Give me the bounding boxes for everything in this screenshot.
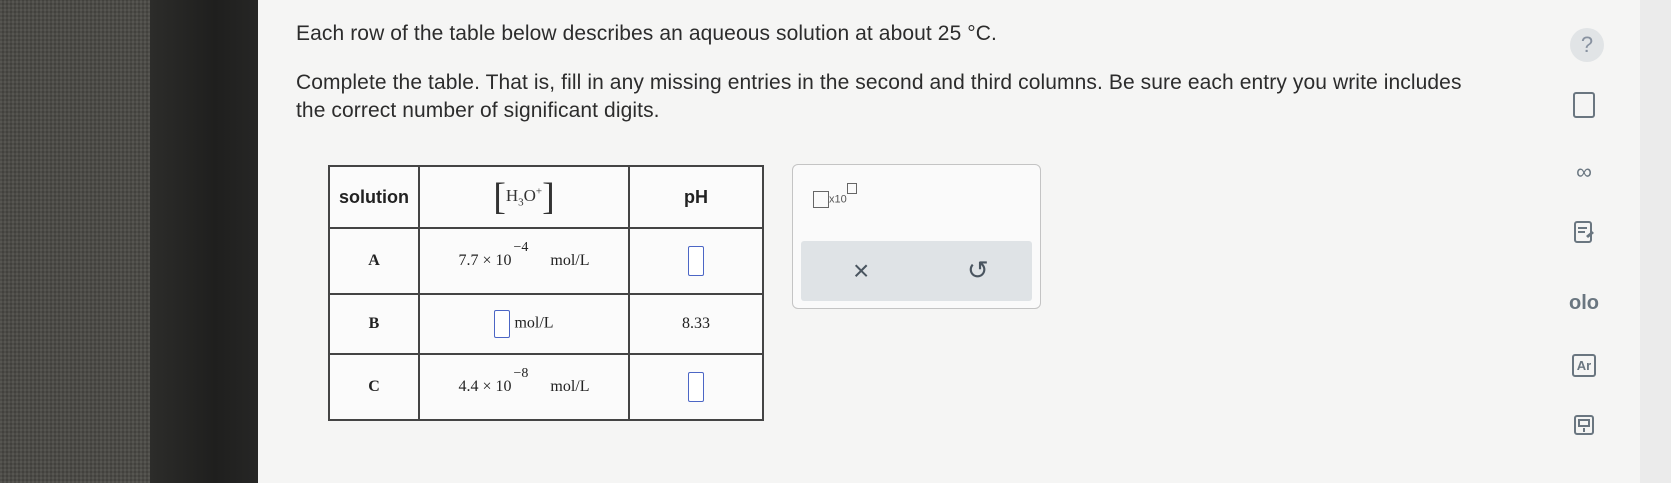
row-c-label: C — [328, 353, 420, 421]
prompt-line-2: Complete the table. That is, fill in any… — [296, 71, 1462, 122]
row-a-unit: mol/L — [550, 252, 590, 269]
row-a-ph — [628, 227, 764, 295]
periodic-table-icon[interactable]: Ar — [1569, 350, 1599, 380]
row-c-mantissa: 4.4 — [458, 378, 479, 395]
exponent-box-icon — [846, 183, 857, 194]
row-a-ph-input[interactable] — [688, 246, 704, 276]
notes-icon[interactable] — [1569, 217, 1599, 247]
table-row-b: B mol/L 8.33 — [328, 293, 764, 355]
row-b-unit: mol/L — [514, 314, 554, 332]
row-a-label: A — [328, 227, 420, 295]
row-a-mantissa: 7.7 — [458, 252, 479, 269]
row-b-label: B — [328, 293, 420, 355]
tool-action-bar: × ↺ — [801, 241, 1032, 301]
header-ph: pH — [628, 165, 764, 229]
row-c-ph — [628, 353, 764, 421]
undo-button[interactable]: ↺ — [967, 255, 989, 286]
row-c-ph-input[interactable] — [688, 372, 704, 402]
row-c-base: × 10 — [482, 378, 512, 395]
help-button[interactable]: ? — [1570, 28, 1604, 62]
calculator-icon[interactable] — [1569, 90, 1599, 120]
row-c-unit: mol/L — [550, 378, 590, 395]
table-row-c: C 4.4 × 10−8 mol/L — [328, 353, 764, 421]
header-h3o: [H3O+] — [418, 165, 630, 229]
table-row-a: A 7.7 × 10−4 mol/L — [328, 227, 764, 295]
scientific-notation-button[interactable]: x10 — [813, 183, 857, 208]
clear-button[interactable]: × — [853, 255, 869, 287]
solution-table: solution [H3O+] pH A 7.7 × 10−4 mol/L B … — [328, 165, 764, 421]
row-b-h3o: mol/L — [418, 293, 630, 355]
row-c-h3o: 4.4 × 10−8 mol/L — [418, 353, 630, 421]
row-a-base: × 10 — [482, 252, 512, 269]
row-a-exp: −4 — [513, 240, 529, 255]
row-a-h3o: 7.7 × 10−4 mol/L — [418, 227, 630, 295]
background-fabric — [0, 0, 150, 483]
chart-icon[interactable]: olo — [1569, 288, 1599, 318]
x10-label: x10 — [829, 193, 847, 206]
row-b-h3o-input[interactable] — [494, 310, 511, 338]
mantissa-box-icon — [813, 191, 829, 208]
reference-icon[interactable] — [1569, 411, 1599, 441]
infinity-icon[interactable]: ∞ — [1569, 157, 1599, 187]
row-c-exp: −8 — [513, 366, 529, 381]
row-b-ph: 8.33 — [628, 293, 764, 355]
header-solution: solution — [328, 165, 420, 229]
prompt-line-1: Each row of the table below describes an… — [296, 22, 997, 45]
h3o-bracket-label: [H3O+] — [493, 176, 555, 218]
screen-edge — [1640, 0, 1671, 483]
monitor-bezel — [150, 0, 258, 483]
math-input-tool: x10 × ↺ — [792, 164, 1041, 309]
